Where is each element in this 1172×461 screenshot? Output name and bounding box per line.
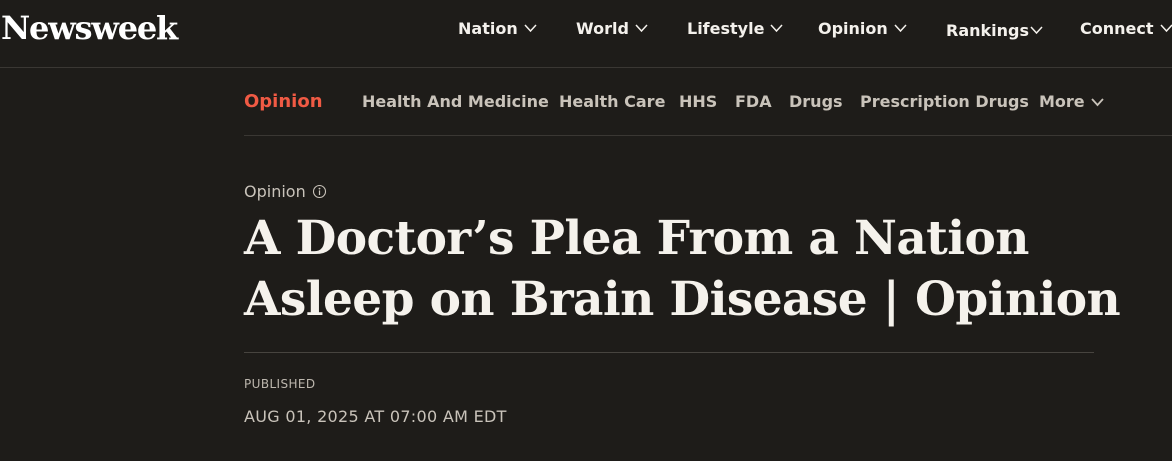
nav-item-label: World <box>576 18 629 38</box>
article-headline: A Doctor’s Plea From a Nation Asleep on … <box>244 211 1121 327</box>
chevron-down-icon <box>769 21 784 35</box>
nav-item-connect[interactable]: Connect <box>1080 17 1172 39</box>
section-link-prescription-drugs[interactable]: Prescription Drugs <box>860 92 1029 111</box>
section-more-dropdown[interactable]: More <box>1039 92 1105 111</box>
published-label: PUBLISHED <box>244 377 316 391</box>
section-link-health-care[interactable]: Health Care <box>559 92 665 111</box>
nav-item-opinion[interactable]: Opinion <box>818 17 908 39</box>
nav-item-lifestyle[interactable]: Lifestyle <box>687 17 784 39</box>
nav-item-label: Opinion <box>818 18 888 38</box>
newsweek-logo[interactable]: Newsweek <box>1 9 178 47</box>
kicker-opinion-link[interactable]: Opinion <box>244 182 306 201</box>
section-link-health-and-medicine[interactable]: Health And Medicine <box>362 92 549 111</box>
header-divider <box>244 352 1094 353</box>
nav-item-world[interactable]: World <box>576 17 649 39</box>
article-kicker: Opinion <box>244 182 327 201</box>
page: Newsweek Nation World Lifestyle Opinion … <box>0 0 1172 461</box>
section-nav-active-opinion[interactable]: Opinion <box>244 91 323 112</box>
nav-item-nation[interactable]: Nation <box>458 17 538 39</box>
top-bar: Newsweek Nation World Lifestyle Opinion … <box>0 0 1172 68</box>
chevron-down-icon <box>634 21 649 35</box>
section-nav: Opinion Health And Medicine Health Care … <box>244 69 1172 136</box>
nav-item-label: Nation <box>458 18 518 38</box>
chevron-down-icon <box>1090 95 1105 109</box>
nav-item-label: Rankings <box>946 20 1029 40</box>
nav-item-rankings[interactable]: Rankings <box>946 19 1044 41</box>
nav-item-label: Connect <box>1080 18 1154 38</box>
section-link-fda[interactable]: FDA <box>735 92 772 111</box>
chevron-down-icon <box>893 21 908 35</box>
chevron-down-icon <box>1159 21 1172 35</box>
info-icon[interactable] <box>312 184 327 199</box>
published-date: AUG 01, 2025 AT 07:00 AM EDT <box>244 407 507 426</box>
chevron-down-icon <box>1029 23 1044 37</box>
chevron-down-icon <box>523 21 538 35</box>
section-link-hhs[interactable]: HHS <box>679 92 717 111</box>
section-more-label: More <box>1039 92 1085 111</box>
section-link-drugs[interactable]: Drugs <box>789 92 843 111</box>
nav-item-label: Lifestyle <box>687 18 765 38</box>
